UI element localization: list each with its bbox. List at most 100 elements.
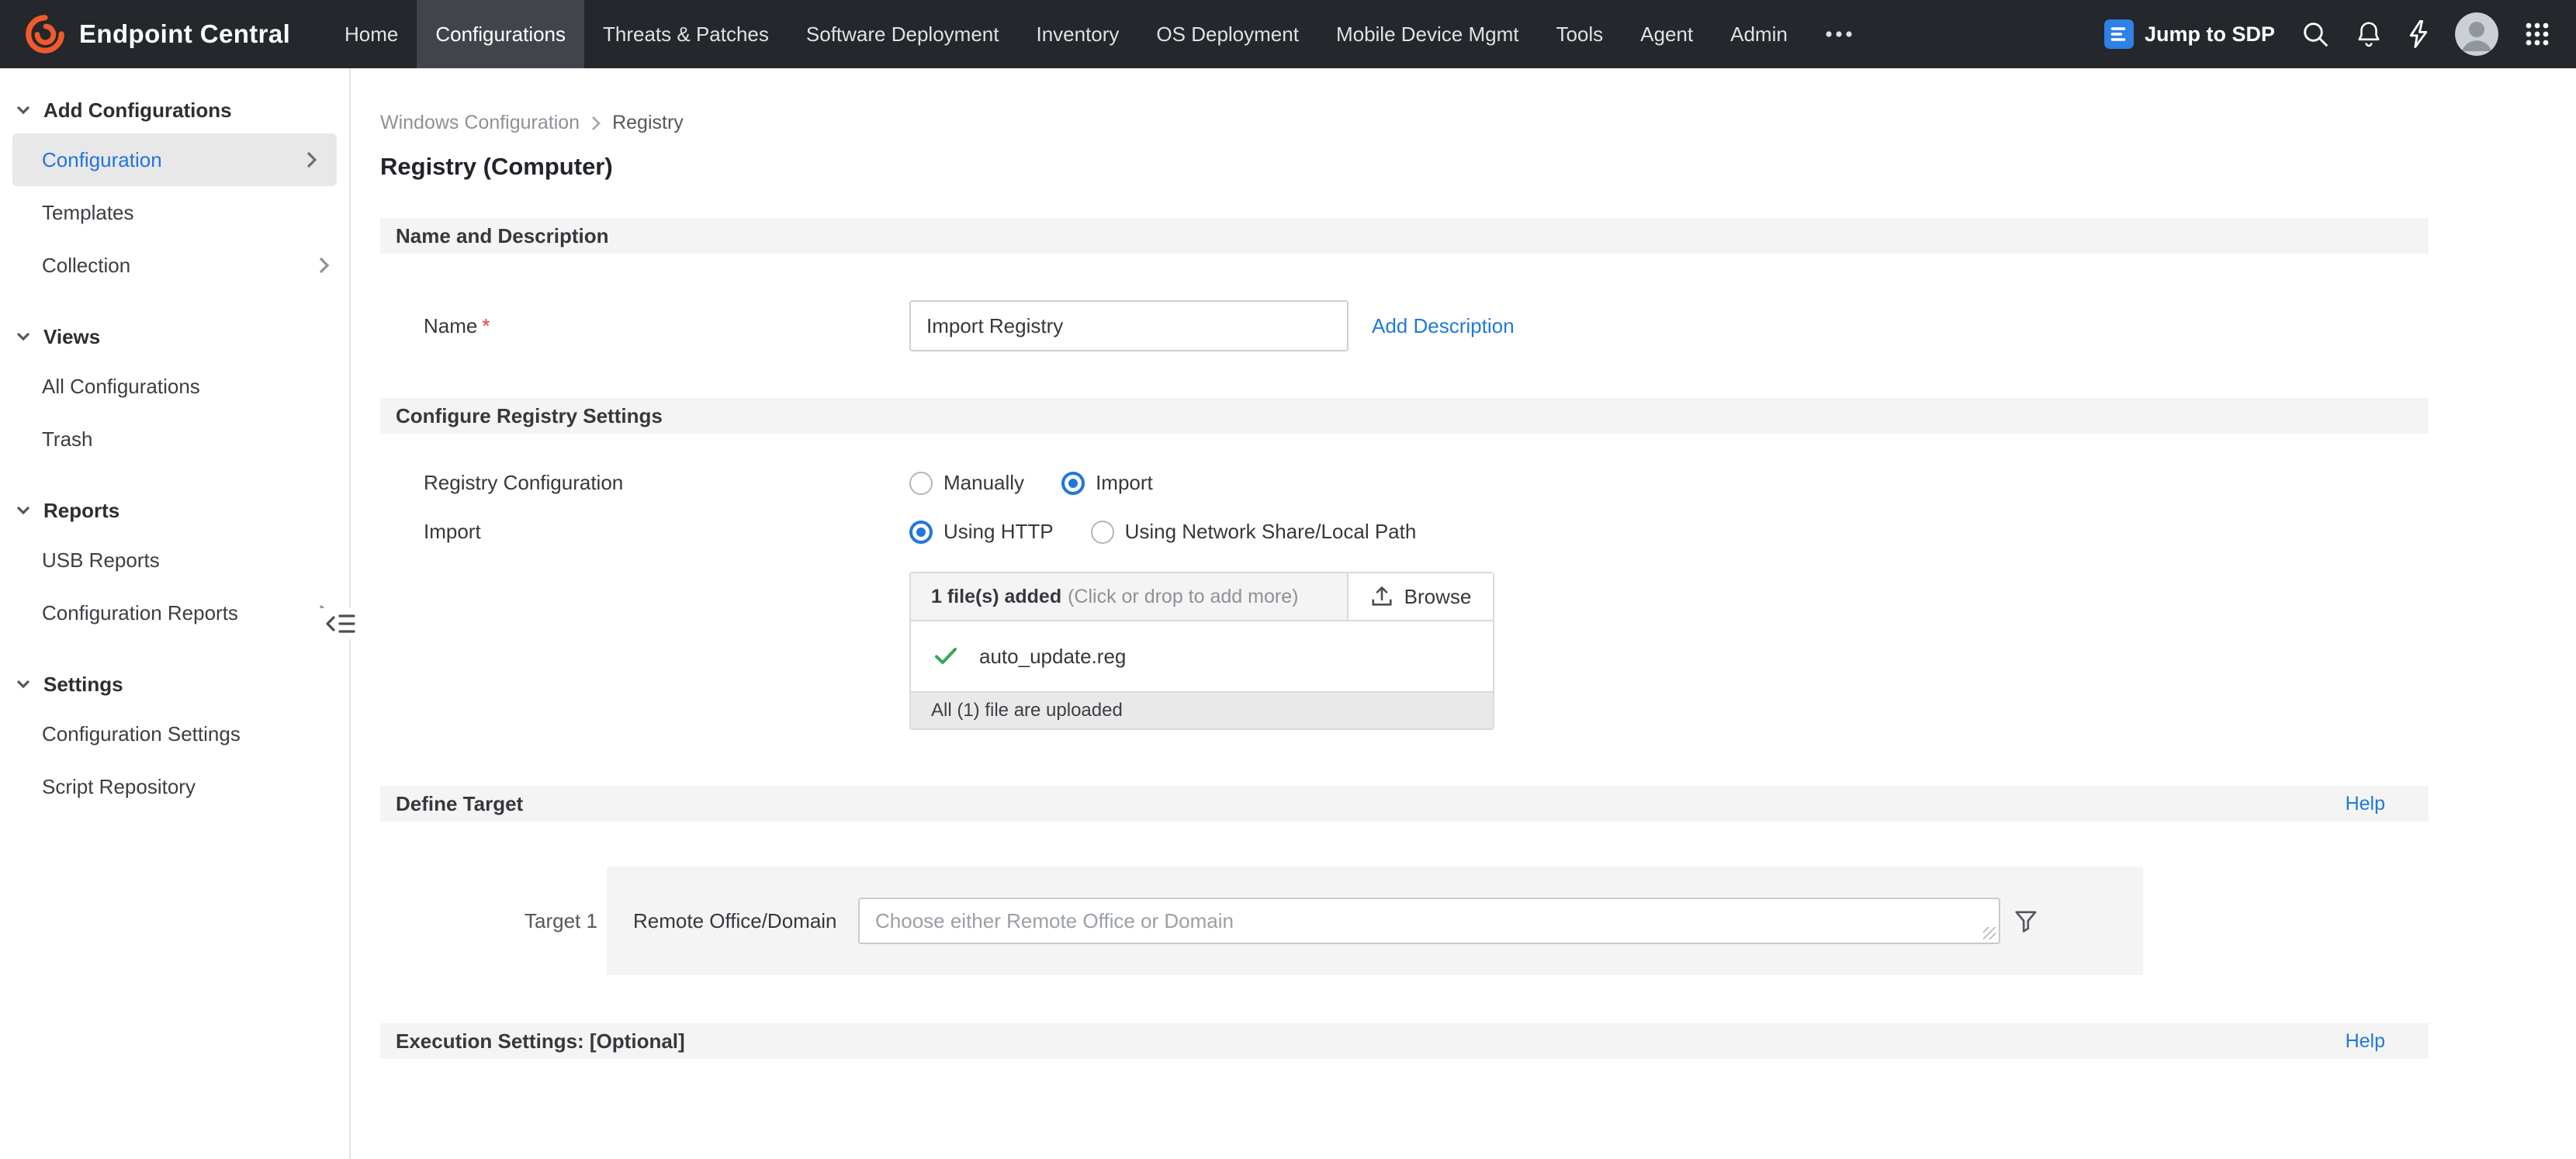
sidebar-item-usb-reports[interactable]: USB Reports: [0, 534, 349, 586]
remote-office-domain-input[interactable]: [858, 898, 2000, 944]
filter-icon[interactable]: [2014, 909, 2038, 932]
sidebar-section-header[interactable]: Add Configurations: [0, 87, 349, 133]
uploaded-file-name: auto_update.reg: [979, 645, 1126, 669]
file-upload-dropzone[interactable]: 1 file(s) added (Click or drop to add mo…: [911, 573, 1493, 621]
radio-icon: [909, 521, 933, 544]
target-panel: Remote Office/Domain: [607, 867, 2143, 975]
radio-using-network-share[interactable]: Using Network Share/Local Path: [1091, 520, 1417, 544]
check-icon: [934, 647, 957, 666]
browse-label: Browse: [1404, 585, 1472, 609]
nav-item-tools[interactable]: Tools: [1537, 0, 1622, 68]
sidebar-section-title: Add Configurations: [43, 99, 232, 123]
radio-label: Import: [1096, 471, 1153, 495]
radio-icon: [1061, 472, 1085, 495]
upload-status-bar: All (1) file are uploaded: [911, 691, 1493, 728]
primary-nav: Home Configurations Threats & Patches So…: [326, 0, 1871, 68]
sidebar-item-templates[interactable]: Templates: [0, 186, 349, 239]
files-added-count: 1 file(s) added: [931, 586, 1061, 608]
nav-item-label: Home: [345, 22, 398, 47]
sidebar-item-label: Templates: [42, 201, 134, 225]
brand[interactable]: Endpoint Central: [0, 0, 326, 68]
section-header-configure-registry-settings: Configure Registry Settings: [380, 398, 2429, 434]
nav-item-label: Mobile Device Mgmt: [1336, 22, 1519, 47]
sdp-icon: [2104, 19, 2134, 49]
nav-item-mobile-device-mgmt[interactable]: Mobile Device Mgmt: [1317, 0, 1538, 68]
chevron-right-icon: [306, 150, 318, 169]
remote-office-domain-label: Remote Office/Domain: [633, 909, 858, 933]
avatar[interactable]: [2455, 12, 2498, 56]
file-upload-widget: 1 file(s) added (Click or drop to add mo…: [909, 572, 1494, 730]
section-header-name-and-description: Name and Description: [380, 218, 2429, 254]
page-title: Registry (Computer): [380, 153, 2429, 181]
apps-grid-icon[interactable]: [2525, 22, 2550, 47]
upload-info: 1 file(s) added (Click or drop to add mo…: [911, 573, 1347, 620]
name-input[interactable]: [909, 300, 1349, 351]
sidebar-item-script-repository[interactable]: Script Repository: [0, 760, 349, 813]
nav-item-os-deployment[interactable]: OS Deployment: [1137, 0, 1317, 68]
radio-label: Using HTTP: [943, 520, 1054, 544]
browse-button[interactable]: Browse: [1347, 573, 1493, 620]
nav-item-label: Tools: [1556, 22, 1603, 47]
section-header-label: Execution Settings: [Optional]: [396, 1029, 685, 1053]
breadcrumb-windows-configuration[interactable]: Windows Configuration: [380, 112, 580, 134]
jump-to-sdp-button[interactable]: Jump to SDP: [2104, 19, 2275, 49]
nav-item-label: OS Deployment: [1156, 22, 1299, 47]
radio-icon: [1091, 521, 1114, 544]
radio-import[interactable]: Import: [1061, 471, 1153, 495]
nav-item-configurations[interactable]: Configurations: [417, 0, 584, 68]
section-header-label: Name and Description: [396, 224, 609, 248]
nav-item-label: Agent: [1640, 22, 1693, 47]
sidebar-item-collection[interactable]: Collection: [0, 239, 349, 292]
section-header-label: Configure Registry Settings: [396, 404, 663, 428]
nav-item-inventory[interactable]: Inventory: [1017, 0, 1137, 68]
import-method-radio-group: Using HTTP Using Network Share/Local Pat…: [909, 520, 1416, 544]
sidebar-item-label: Collection: [42, 254, 130, 278]
flash-icon[interactable]: [2408, 19, 2429, 49]
execution-settings-help-link[interactable]: Help: [2346, 1030, 2385, 1053]
name-row: Name* Add Description: [380, 300, 2429, 351]
upload-hint: (Click or drop to add more): [1068, 586, 1298, 608]
chevron-down-icon: [16, 503, 31, 518]
nav-item-label: Admin: [1730, 22, 1788, 47]
bell-icon[interactable]: [2356, 19, 2382, 49]
nav-item-agent[interactable]: Agent: [1622, 0, 1712, 68]
nav-item-label: Threats & Patches: [603, 22, 769, 47]
section-header-define-target: Define Target Help: [380, 786, 2429, 822]
section-header-label: Define Target: [396, 792, 523, 816]
sidebar-section-header[interactable]: Views: [0, 313, 349, 360]
define-target-help-link[interactable]: Help: [2346, 793, 2385, 815]
import-label: Import: [380, 520, 909, 544]
radio-using-http[interactable]: Using HTTP: [909, 520, 1054, 544]
chevron-right-icon: [318, 256, 331, 275]
nav-item-admin[interactable]: Admin: [1712, 0, 1806, 68]
sidebar-section-header[interactable]: Settings: [0, 661, 349, 708]
uploaded-file-row: auto_update.reg: [911, 621, 1493, 691]
sidebar-section-header[interactable]: Reports: [0, 487, 349, 534]
nav-item-label: Software Deployment: [806, 22, 999, 47]
search-icon[interactable]: [2301, 20, 2329, 48]
top-navigation-bar: Endpoint Central Home Configurations Thr…: [0, 0, 2576, 68]
more-menu-icon[interactable]: [1806, 0, 1871, 68]
collapse-sidebar-icon[interactable]: [320, 608, 360, 639]
nav-item-threats-patches[interactable]: Threats & Patches: [584, 0, 788, 68]
breadcrumb-separator-icon: [590, 115, 601, 132]
remote-office-input-wrap: [858, 898, 2000, 944]
add-description-link[interactable]: Add Description: [1372, 314, 1515, 338]
radio-manually[interactable]: Manually: [909, 471, 1024, 495]
sidebar-item-trash[interactable]: Trash: [0, 413, 349, 465]
sidebar-section-title: Settings: [43, 673, 123, 697]
required-asterisk: *: [482, 314, 490, 337]
sidebar-section-settings: Settings Configuration Settings Script R…: [0, 661, 349, 813]
main-content: Windows Configuration Registry Registry …: [351, 68, 2576, 1159]
sidebar-item-label: Configuration Settings: [42, 722, 241, 746]
section-header-execution-settings: Execution Settings: [Optional] Help: [380, 1023, 2429, 1059]
registry-configuration-row: Registry Configuration Manually Import: [380, 471, 2429, 495]
radio-label: Manually: [943, 471, 1024, 495]
nav-item-software-deployment[interactable]: Software Deployment: [788, 0, 1018, 68]
nav-item-home[interactable]: Home: [326, 0, 417, 68]
sidebar-item-configuration-reports[interactable]: Configuration Reports: [0, 586, 349, 639]
import-method-row: Import Using HTTP Using Network Share/Lo…: [380, 520, 2429, 544]
sidebar-item-all-configurations[interactable]: All Configurations: [0, 360, 349, 413]
sidebar-item-configuration-settings[interactable]: Configuration Settings: [0, 708, 349, 760]
sidebar-item-configuration[interactable]: Configuration: [12, 133, 337, 186]
